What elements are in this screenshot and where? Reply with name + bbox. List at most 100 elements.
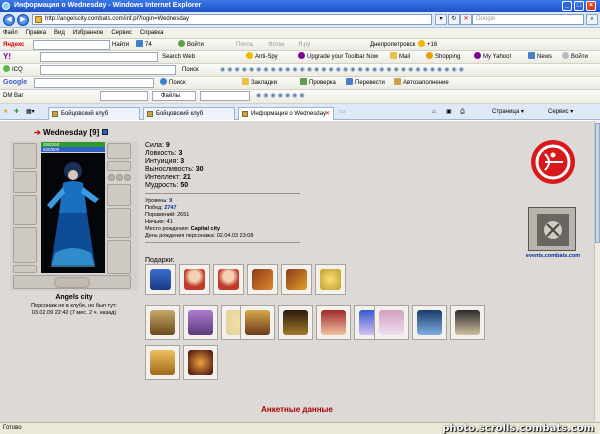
google-logo[interactable]: Google bbox=[3, 78, 27, 88]
gift-item[interactable] bbox=[278, 305, 313, 340]
yahoo-shopping-button[interactable]: Shopping bbox=[426, 52, 460, 62]
back-button[interactable]: ◀ bbox=[3, 14, 15, 26]
weapon-slot[interactable] bbox=[13, 195, 37, 225]
home-icon[interactable]: ⌂ bbox=[432, 107, 436, 117]
dm-second-input[interactable] bbox=[200, 91, 250, 101]
close-button[interactable]: × bbox=[586, 1, 596, 11]
my-yahoo-button[interactable]: My Yahoo! bbox=[474, 52, 511, 62]
ring-slot-1[interactable] bbox=[108, 174, 115, 181]
feeds-icon[interactable]: ▣ bbox=[446, 107, 452, 117]
ring-slot-2[interactable] bbox=[116, 174, 123, 181]
icq-search-button[interactable]: Поиск bbox=[182, 65, 199, 75]
yandex-login-button[interactable]: Войти bbox=[178, 40, 204, 50]
address-input[interactable]: http://angelscity.combats.com/inf.pl?log… bbox=[32, 14, 432, 25]
character-login[interactable]: Wednesday bbox=[43, 128, 87, 137]
ring-slot-3[interactable] bbox=[124, 174, 131, 181]
menu-favorites[interactable]: Избранное bbox=[73, 30, 103, 36]
yandex-find-button[interactable]: Найти bbox=[112, 40, 129, 50]
gift-item[interactable] bbox=[145, 345, 180, 380]
shield-slot[interactable] bbox=[107, 208, 131, 238]
boots-slot[interactable] bbox=[107, 240, 131, 274]
yahoo-search-input[interactable] bbox=[40, 52, 158, 62]
add-favorite-icon[interactable]: ✚ bbox=[14, 107, 19, 117]
google-translate-button[interactable]: Перевести bbox=[346, 78, 385, 88]
tab-fightclub-2[interactable]: Бойцовский клуб bbox=[143, 107, 235, 120]
yandex-search-input[interactable] bbox=[33, 40, 110, 50]
menu-view[interactable]: Вид bbox=[54, 30, 65, 36]
yandex-yaru-link[interactable]: Я.ру bbox=[298, 40, 310, 50]
yandex-mail-link[interactable]: Почта bbox=[236, 40, 253, 50]
tab-list-icon[interactable]: ▦▾ bbox=[26, 107, 35, 117]
gift-item[interactable] bbox=[213, 264, 244, 295]
yahoo-login-button[interactable]: Войти bbox=[562, 52, 588, 62]
dm-shortcuts[interactable]: ◉◉◉◉◉◉◉ bbox=[256, 91, 307, 101]
gift-item[interactable] bbox=[374, 305, 409, 340]
icq-button[interactable]: ICQ bbox=[3, 65, 23, 75]
google-autofill-button[interactable]: Автозаполнение bbox=[394, 78, 449, 88]
google-check-button[interactable]: Проверка bbox=[300, 78, 336, 88]
gift-item[interactable] bbox=[315, 264, 346, 295]
gift-item[interactable] bbox=[450, 305, 485, 340]
menu-edit[interactable]: Правка bbox=[26, 30, 46, 36]
search-input[interactable]: Google bbox=[472, 14, 584, 25]
yandex-count[interactable]: 74 bbox=[136, 40, 152, 50]
gift-item[interactable] bbox=[316, 305, 351, 340]
stop-button[interactable]: ✕ bbox=[460, 14, 472, 25]
yahoo-news-button[interactable]: News bbox=[528, 52, 552, 62]
yahoo-logo-icon[interactable]: Y! bbox=[3, 52, 11, 62]
upgrade-toolbar-button[interactable]: Upgrade your Toolbar Now bbox=[298, 52, 378, 62]
dm-input[interactable] bbox=[100, 91, 148, 101]
refresh-button[interactable]: ↻ bbox=[448, 14, 460, 25]
armor-slot[interactable] bbox=[13, 227, 37, 263]
yandex-city[interactable]: Днепропетровск bbox=[370, 40, 415, 50]
google-search-button[interactable]: Поиск bbox=[160, 78, 186, 88]
print-icon[interactable]: ⎙ bbox=[460, 107, 465, 117]
gift-item[interactable] bbox=[281, 264, 312, 295]
character-portrait[interactable] bbox=[41, 153, 105, 273]
earrings-slot[interactable] bbox=[107, 143, 131, 159]
go-dropdown-button[interactable]: ▾ bbox=[435, 14, 447, 25]
gift-item[interactable] bbox=[247, 264, 278, 295]
events-banner-icon[interactable] bbox=[528, 207, 576, 251]
forward-button[interactable]: ▶ bbox=[17, 14, 29, 26]
yahoo-search-button[interactable]: Search Web bbox=[162, 52, 195, 62]
google-bookmarks-button[interactable]: Закладки bbox=[242, 78, 277, 88]
tab-character-info[interactable]: Информация о Wednesday ✕ bbox=[238, 107, 334, 120]
yahoo-mail-button[interactable]: Mail bbox=[390, 52, 410, 62]
gift-item[interactable] bbox=[145, 264, 176, 295]
gift-item[interactable] bbox=[412, 305, 447, 340]
scrollbar-thumb[interactable] bbox=[595, 123, 600, 243]
events-link[interactable]: events.combats.com bbox=[520, 253, 586, 259]
new-tab-icon[interactable]: ▭ bbox=[340, 107, 346, 117]
gift-item[interactable] bbox=[183, 305, 218, 340]
google-search-input[interactable] bbox=[34, 78, 154, 88]
menu-help[interactable]: Справка bbox=[140, 30, 164, 36]
gift-item[interactable] bbox=[145, 305, 180, 340]
gift-item[interactable] bbox=[240, 305, 275, 340]
antispy-button[interactable]: Anti-Spy bbox=[246, 52, 278, 62]
gift-item[interactable] bbox=[179, 264, 210, 295]
tab-fightclub-1[interactable]: Бойцовский клуб bbox=[48, 107, 140, 120]
bracer-slot[interactable] bbox=[13, 171, 37, 193]
vertical-scrollbar[interactable] bbox=[594, 121, 600, 422]
icq-shortcuts[interactable]: ◉◉◉◉◉◉◉◉◉◉◉◉◉◉◉◉◉◉◉◉◉◉◉◉◉◉◉◉◉◉◉◉◉◉ bbox=[220, 65, 466, 75]
search-button[interactable]: ⌕ bbox=[586, 14, 598, 25]
yandex-weather[interactable]: +16 bbox=[418, 40, 437, 50]
yandex-photos-link[interactable]: Фотки bbox=[268, 40, 285, 50]
amulet-slot[interactable] bbox=[107, 161, 131, 171]
menu-tools[interactable]: Сервис bbox=[111, 30, 132, 36]
menu-file[interactable]: Файл bbox=[3, 30, 18, 36]
tools-menu-button[interactable]: Сервис ▾ bbox=[548, 107, 573, 117]
belt-slot[interactable] bbox=[13, 265, 37, 273]
dm-bar-label[interactable]: DM Bar bbox=[3, 91, 23, 101]
info-icon[interactable] bbox=[101, 129, 108, 135]
yandex-brand[interactable]: Яндекс bbox=[3, 40, 24, 50]
favorites-star-icon[interactable]: ★ bbox=[3, 107, 8, 117]
city-emblem-slot[interactable] bbox=[54, 277, 90, 288]
dm-files-select[interactable]: Файлы bbox=[152, 91, 196, 101]
icq-search-input[interactable] bbox=[40, 65, 176, 75]
helmet-slot[interactable] bbox=[13, 143, 37, 169]
minimize-button[interactable]: _ bbox=[562, 1, 572, 11]
maximize-button[interactable]: □ bbox=[574, 1, 584, 11]
gloves-slot[interactable] bbox=[107, 184, 131, 206]
